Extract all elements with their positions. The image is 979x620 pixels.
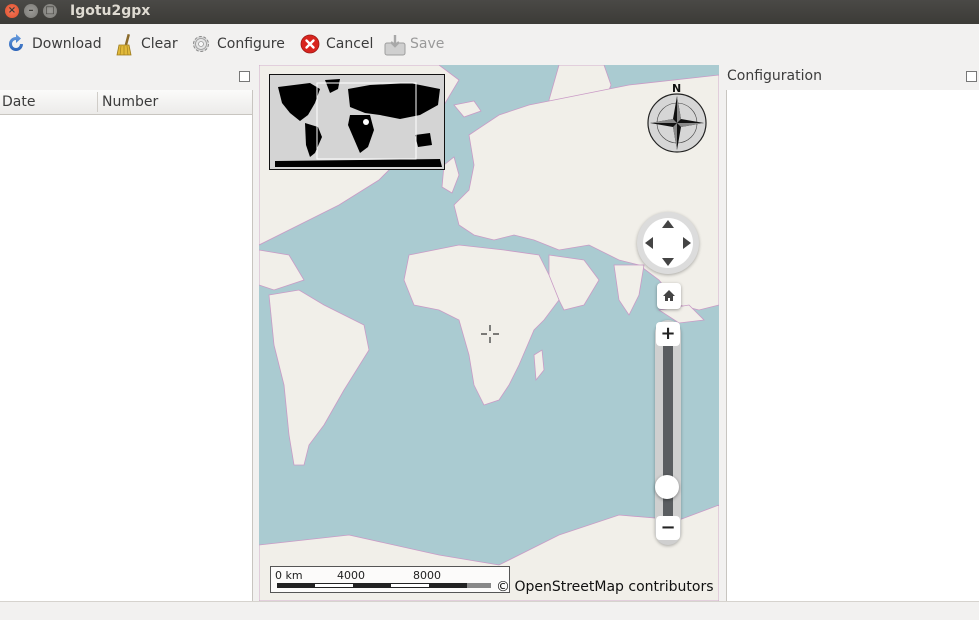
overview-world xyxy=(275,79,442,167)
zoom-in-button[interactable]: + xyxy=(656,322,680,346)
compass: N xyxy=(646,82,707,153)
map-attribution: © OpenStreetMap contributors xyxy=(496,579,714,595)
minimize-window-button[interactable]: – xyxy=(24,4,38,18)
scale-bar-graphic xyxy=(277,583,491,588)
compass-rose-icon xyxy=(647,93,707,153)
title-bar: × – □ Igotu2gpx xyxy=(0,0,979,24)
configure-label: Configure xyxy=(217,36,285,52)
scale-bar: 0 km 4000 8000 xyxy=(270,566,510,593)
right-dock-float-button[interactable] xyxy=(966,71,977,82)
broom-icon xyxy=(115,33,135,56)
track-list[interactable]: Date Number xyxy=(0,90,253,601)
download-label: Download xyxy=(32,36,102,52)
clear-label: Clear xyxy=(141,36,178,52)
zoom-out-button[interactable]: − xyxy=(656,516,680,540)
crosshair-icon xyxy=(481,325,499,343)
column-header-number[interactable]: Number xyxy=(102,94,158,110)
save-icon xyxy=(384,34,406,56)
pan-right-icon[interactable] xyxy=(683,237,691,249)
zoom-slider[interactable]: + − xyxy=(655,320,681,545)
cancel-icon xyxy=(300,34,320,54)
column-separator[interactable] xyxy=(97,92,98,112)
home-icon xyxy=(663,290,675,301)
save-label: Save xyxy=(410,36,445,52)
clear-button[interactable]: Clear xyxy=(115,32,178,56)
window-title: Igotu2gpx xyxy=(70,3,151,19)
pan-left-icon[interactable] xyxy=(645,237,653,249)
track-list-header: Date Number xyxy=(0,90,252,115)
refresh-icon xyxy=(6,34,26,54)
gear-icon xyxy=(191,34,211,54)
configuration-title: Configuration xyxy=(727,68,822,84)
pan-control[interactable] xyxy=(637,212,699,274)
column-header-date[interactable]: Date xyxy=(2,94,35,110)
overview-map[interactable] xyxy=(269,74,445,170)
configuration-panel[interactable] xyxy=(726,90,979,601)
pan-up-icon[interactable] xyxy=(662,220,674,228)
maximize-window-button[interactable]: □ xyxy=(43,4,57,18)
toolbar: Download Clear Configure Cancel Save xyxy=(0,24,979,64)
save-button[interactable]: Save xyxy=(384,32,444,56)
cancel-label: Cancel xyxy=(326,36,374,52)
home-button[interactable] xyxy=(657,283,681,309)
pan-down-icon[interactable] xyxy=(662,258,674,266)
cancel-button[interactable]: Cancel xyxy=(300,32,373,56)
map-view[interactable]: N + − 0 km 4000 8000 © OpenStreetMap con… xyxy=(259,65,719,601)
close-window-button[interactable]: × xyxy=(5,4,19,18)
download-button[interactable]: Download xyxy=(6,32,102,56)
configure-button[interactable]: Configure xyxy=(191,32,285,56)
status-bar xyxy=(0,601,979,620)
left-dock-float-button[interactable] xyxy=(239,71,250,82)
zoom-handle[interactable] xyxy=(655,475,679,499)
